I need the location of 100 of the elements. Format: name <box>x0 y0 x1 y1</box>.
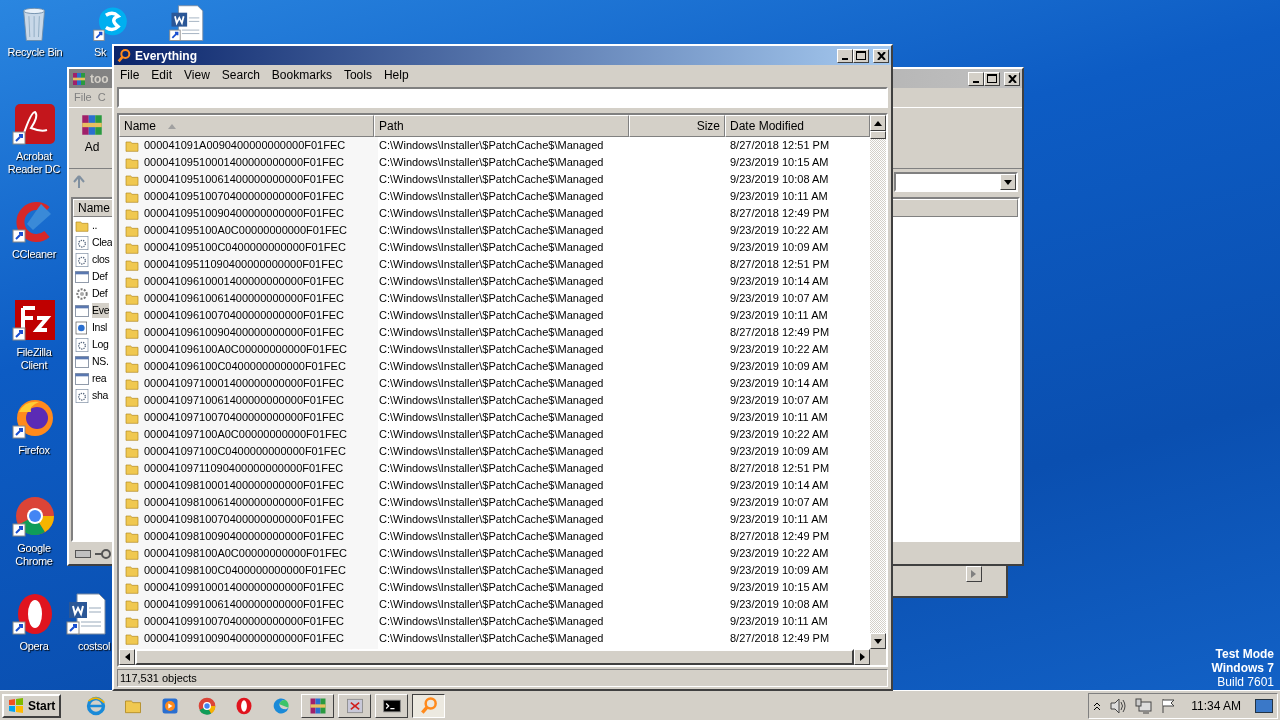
file-name[interactable]: Log <box>92 336 109 353</box>
table-cell: 9/23/2019 10:22 AM <box>730 547 829 560</box>
table-cell: 9/23/2019 10:08 AM <box>730 173 829 186</box>
desktop-icon-label[interactable]: Recycle Bin <box>7 46 63 59</box>
chevron-up-icon[interactable] <box>1093 700 1102 711</box>
browser-icon <box>196 695 217 716</box>
table-cell: 9/23/2019 10:22 AM <box>730 343 829 356</box>
table-cell-text: 00004109710001400000000000F01FEC <box>144 376 344 392</box>
table-cell-text: 000041091A0090400000000000F01FEC <box>144 138 346 154</box>
maximize-button[interactable] <box>853 48 869 63</box>
table-cell: C:\Windows\Installer\$PatchCache$\Managed <box>379 343 604 356</box>
scroll-down-button[interactable] <box>870 633 886 649</box>
column-header[interactable]: Name <box>78 200 110 216</box>
table-cell: C:\Windows\Installer\$PatchCache$\Managed <box>379 292 604 305</box>
speaker-icon[interactable] <box>1109 697 1128 714</box>
table-cell: 8/27/2018 12:51 PM <box>730 258 830 271</box>
menu-item[interactable]: Help <box>377 65 415 84</box>
table-cell: C:\Windows\Installer\$PatchCache$\Managed <box>379 258 604 271</box>
window-icon <box>74 268 90 285</box>
app-tile-icon[interactable] <box>11 298 57 344</box>
desktop-icon-label[interactable]: Google Chrome <box>2 542 66 568</box>
column-header[interactable]: Name <box>119 115 374 137</box>
scroll-thumb[interactable] <box>135 649 854 665</box>
table-cell: 9/23/2019 10:09 AM <box>730 241 829 254</box>
desktop-icon-label[interactable]: Acrobat Reader DC <box>2 150 66 176</box>
window-icon <box>74 302 90 319</box>
table-cell: 9/23/2019 10:11 AM <box>730 309 828 322</box>
show-desktop-icon[interactable] <box>1255 698 1273 713</box>
scroll-thumb[interactable] <box>870 131 886 139</box>
table-cell: C:\Windows\Installer\$PatchCache$\Managed <box>379 207 604 220</box>
table-cell-text: 000041095100C0400000000000F01FEC <box>144 240 346 256</box>
desktop-icon-label[interactable]: CCleaner <box>11 248 57 261</box>
menu-item[interactable]: Search <box>215 65 266 84</box>
installer-icon <box>74 319 90 336</box>
table-cell: C:\Windows\Installer\$PatchCache$\Managed <box>379 360 604 373</box>
desktop-icon-label[interactable]: Firefox <box>18 444 50 457</box>
file-name[interactable]: Def <box>92 285 108 302</box>
window-icon <box>74 353 90 370</box>
gear-icon <box>74 251 90 268</box>
table-cell-text: 000041097100A0C00000000000F01FEC <box>144 427 348 443</box>
file-name[interactable]: Clea <box>92 234 113 251</box>
desktop-icon-label[interactable]: Sk <box>94 46 107 59</box>
file-name[interactable]: .. <box>92 217 98 234</box>
menu-item[interactable]: View <box>178 65 216 84</box>
column-header[interactable]: Path <box>374 115 629 137</box>
table-cell: 8/27/2018 12:49 PM <box>730 632 830 645</box>
table-cell-text: 00004109510070400000000000F01FEC <box>144 189 344 205</box>
start-button[interactable]: Start <box>2 693 62 718</box>
table-cell-text: 000041097100C0400000000000F01FEC <box>144 444 346 460</box>
table-cell: C:\Windows\Installer\$PatchCache$\Managed <box>379 394 604 407</box>
file-name[interactable]: clos <box>92 251 110 268</box>
arrow-left-icon <box>124 653 130 661</box>
table-cell-text: 00004109910061400000000000F01FEC <box>144 597 344 613</box>
column-header[interactable]: Date Modified <box>725 115 870 137</box>
table-cell: 9/23/2019 10:15 AM <box>730 581 829 594</box>
menu-item[interactable]: Tools <box>337 65 378 84</box>
network-icon[interactable] <box>1135 697 1154 714</box>
scroll-left-button[interactable] <box>119 649 135 665</box>
column-header[interactable]: Size <box>629 115 725 137</box>
minimize-icon <box>973 80 979 83</box>
minimize-button[interactable] <box>968 71 984 86</box>
table-cell: C:\Windows\Installer\$PatchCache$\Managed <box>379 462 604 475</box>
table-cell-text: 00004109810061400000000000F01FEC <box>144 495 344 511</box>
table-cell: C:\Windows\Installer\$PatchCache$\Managed <box>379 615 604 628</box>
desktop-icon-label[interactable]: costsol <box>78 640 111 653</box>
file-name[interactable]: Eve <box>92 302 110 319</box>
close-button[interactable] <box>1004 71 1020 86</box>
scroll-up-button[interactable] <box>870 115 886 131</box>
menu-item[interactable]: Edit <box>145 65 179 84</box>
desktop-icon-label[interactable]: FileZilla Client <box>2 346 66 372</box>
table-cell: 8/27/2018 12:49 PM <box>730 207 830 220</box>
browser-icon[interactable] <box>11 494 57 540</box>
pdf-icon[interactable] <box>11 102 57 148</box>
table-cell: 9/23/2019 10:07 AM <box>730 496 829 509</box>
minimize-button[interactable] <box>837 48 853 63</box>
table-cell: 9/23/2019 10:07 AM <box>730 394 829 407</box>
table-cell: C:\Windows\Installer\$PatchCache$\Managed <box>379 496 604 509</box>
scroll-right-button[interactable] <box>966 566 982 582</box>
file-name[interactable]: rea <box>92 370 107 387</box>
table-cell: C:\Windows\Installer\$PatchCache$\Managed <box>379 224 604 237</box>
menu-item[interactable]: File <box>114 65 146 84</box>
file-name[interactable]: Insl <box>92 319 108 336</box>
table-cell-text: 00004109510090400000000000F01FEC <box>144 206 344 222</box>
table-cell: 9/23/2019 10:22 AM <box>730 428 829 441</box>
file-name[interactable]: NS. <box>92 353 109 370</box>
table-cell: 9/23/2019 10:15 AM <box>730 156 829 169</box>
search-field[interactable] <box>117 87 888 108</box>
close-button[interactable] <box>873 48 889 63</box>
file-name[interactable]: sha <box>92 387 109 404</box>
menu-item[interactable]: Bookmarks <box>265 65 338 84</box>
file-name[interactable]: Def <box>92 268 108 285</box>
desktop-icon-label[interactable]: Opera <box>19 640 49 653</box>
taskbar-button[interactable] <box>412 693 446 718</box>
toolbar-label[interactable]: Ad <box>84 138 100 156</box>
scroll-right-button[interactable] <box>854 649 870 665</box>
table-cell-text: 00004109810090400000000000F01FEC <box>144 529 344 545</box>
address-field[interactable] <box>894 172 1018 192</box>
maximize-button[interactable] <box>984 71 1000 86</box>
clock[interactable]: 11:34 AM <box>1191 696 1241 715</box>
table-cell: 9/23/2019 10:09 AM <box>730 445 829 458</box>
